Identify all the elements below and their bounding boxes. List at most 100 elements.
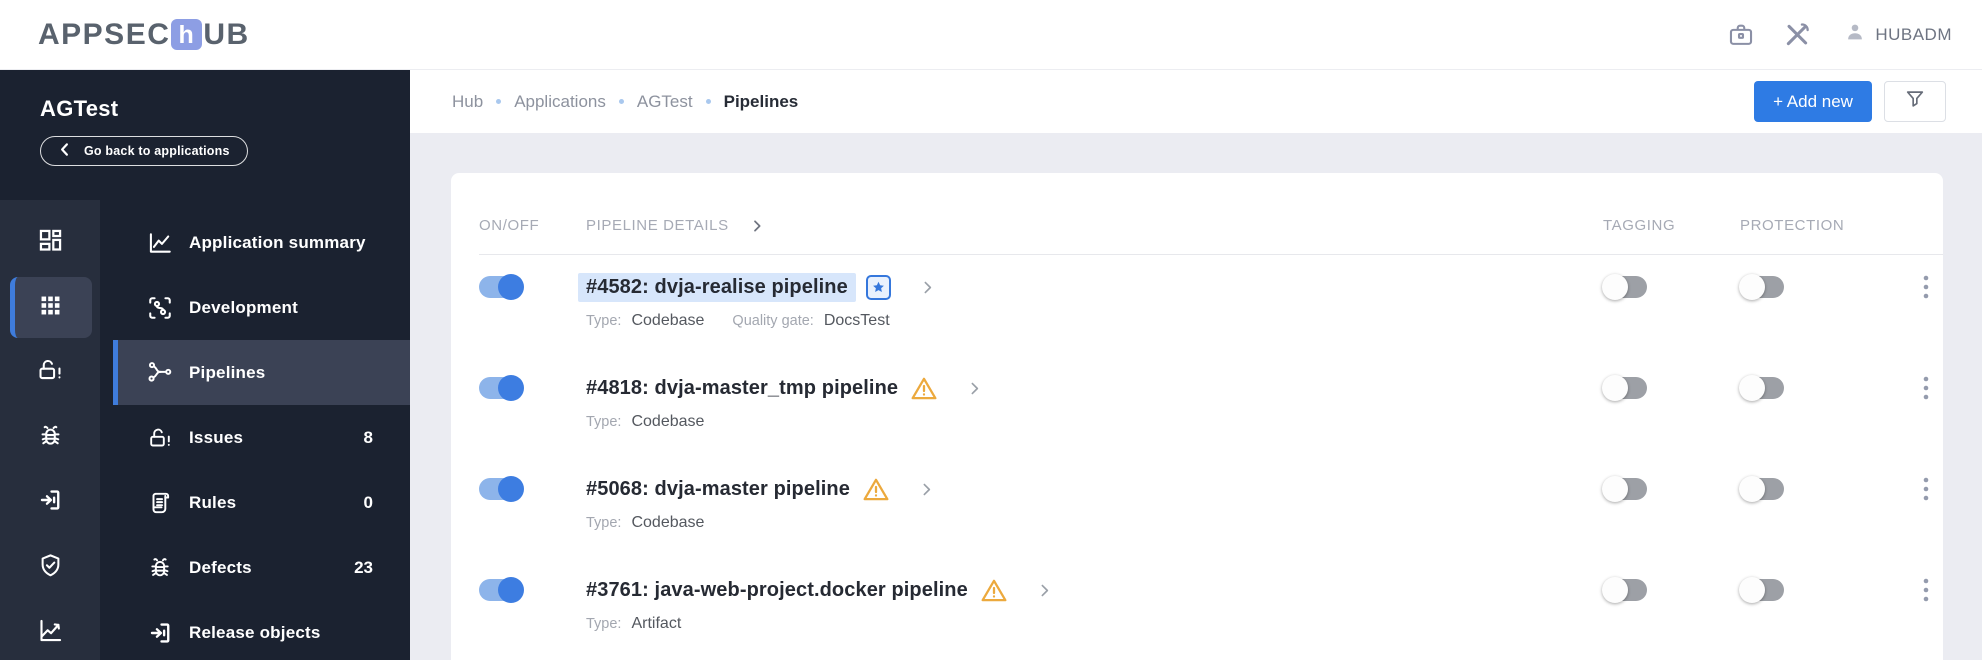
go-back-button[interactable]: Go back to applications <box>40 136 248 166</box>
chart-axis-icon <box>37 617 64 649</box>
chevron-right-icon[interactable] <box>919 279 936 296</box>
quality-gate-label: Quality gate: <box>732 313 814 329</box>
go-back-label: Go back to applications <box>84 144 230 158</box>
sidebar-item-defects[interactable]: Defects 23 <box>100 535 410 600</box>
tagging-toggle[interactable] <box>1602 274 1647 300</box>
chevron-right-icon[interactable] <box>918 481 935 498</box>
pipeline-title[interactable]: #4818: dvja-master_tmp pipeline <box>586 377 898 400</box>
pipeline-split-icon <box>147 360 173 386</box>
sidebar-header: AGTest Go back to applications <box>0 70 410 200</box>
sidebar-item-label: Release objects <box>189 622 321 642</box>
logo-text-pre: APPSEC <box>38 17 171 51</box>
scroll-icon <box>147 490 173 516</box>
column-header-tagging: TAGGING <box>1603 217 1676 234</box>
sidebar-item-label: Development <box>189 297 298 317</box>
branch-brackets-icon <box>147 295 173 321</box>
add-new-button[interactable]: + Add new <box>1754 81 1872 122</box>
type-label: Type: <box>586 313 622 329</box>
logo-h-icon: h <box>171 19 203 50</box>
kebab-menu-icon[interactable] <box>1918 375 1934 457</box>
protection-toggle[interactable] <box>1739 577 1784 603</box>
breadcrumb: Hub Applications AGTest Pipelines <box>452 92 798 112</box>
breadcrumb-agtest[interactable]: AGTest <box>637 92 693 112</box>
rail-item-security[interactable] <box>0 535 100 600</box>
tagging-toggle[interactable] <box>1602 375 1647 401</box>
shield-check-icon <box>37 552 64 584</box>
sidebar-menu: Application summary Development Pipeline… <box>100 200 410 660</box>
pipeline-row: #5068: dvja-master pipeline Type: Codeba… <box>479 457 1943 558</box>
table-header-row: ON/OFF PIPELINE DETAILS TAGGING PROTECTI… <box>479 173 1943 255</box>
user-menu[interactable]: HUBADM <box>1844 21 1952 48</box>
pipeline-onoff-toggle[interactable] <box>479 274 524 300</box>
sidebar-item-pipelines[interactable]: Pipelines <box>113 340 410 405</box>
chart-line-icon <box>147 230 173 256</box>
column-header-onoff: ON/OFF <box>479 217 540 234</box>
rules-count-badge: 0 <box>363 492 373 512</box>
sidebar-item-development[interactable]: Development <box>100 275 410 340</box>
chevron-right-icon[interactable] <box>1036 582 1053 599</box>
top-header-bar: APPSEC h UB HUBADM <box>0 0 1982 70</box>
pipeline-title[interactable]: #3761: java-web-project.docker pipeline <box>586 579 968 602</box>
briefcase-icon[interactable] <box>1726 20 1756 50</box>
type-label: Type: <box>586 414 622 430</box>
tagging-toggle[interactable] <box>1602 577 1647 603</box>
sidebar-item-release-objects[interactable]: Release objects <box>100 600 410 660</box>
protection-toggle[interactable] <box>1739 274 1784 300</box>
sidebar-item-rules[interactable]: Rules 0 <box>100 470 410 535</box>
unlock-alert-icon <box>147 425 173 451</box>
pipeline-title[interactable]: #4582: dvja-realise pipeline <box>578 272 856 302</box>
rail-item-dashboard[interactable] <box>0 210 100 275</box>
rail-item-modules[interactable] <box>0 275 100 340</box>
logo-text-post: UB <box>203 17 250 51</box>
protection-toggle[interactable] <box>1739 375 1784 401</box>
rail-item-issues[interactable] <box>0 340 100 405</box>
type-label: Type: <box>586 515 622 531</box>
kebab-menu-icon[interactable] <box>1918 476 1934 558</box>
pipeline-onoff-toggle[interactable] <box>479 375 524 401</box>
protection-toggle[interactable] <box>1739 476 1784 502</box>
user-icon <box>1844 21 1866 48</box>
kebab-menu-icon[interactable] <box>1918 577 1934 659</box>
breadcrumb-applications[interactable]: Applications <box>514 92 606 112</box>
exit-icon <box>147 620 173 646</box>
bug-icon <box>37 422 64 454</box>
application-name: AGTest <box>40 96 119 121</box>
pipeline-onoff-toggle[interactable] <box>479 577 524 603</box>
main-content: Hub Applications AGTest Pipelines + Add … <box>410 70 1982 660</box>
pipeline-title-line[interactable]: #4582: dvja-realise pipeline <box>578 272 1603 302</box>
pipeline-title-line[interactable]: #3761: java-web-project.docker pipeline <box>586 575 1603 605</box>
quality-gate-value: DocsTest <box>823 312 890 329</box>
appsechub-logo[interactable]: APPSEC h UB <box>38 18 250 52</box>
tagging-toggle[interactable] <box>1602 476 1647 502</box>
appsec-hub-app: APPSEC h UB HUBADM AGTest Go back to app… <box>0 0 1982 660</box>
chevron-right-icon[interactable] <box>749 218 765 234</box>
sidebar-item-label: Application summary <box>189 232 366 252</box>
pipeline-onoff-toggle[interactable] <box>479 476 524 502</box>
pipeline-title-line[interactable]: #4818: dvja-master_tmp pipeline <box>586 373 1603 403</box>
dashboard-icon <box>37 227 64 259</box>
rail-item-defects[interactable] <box>0 405 100 470</box>
tools-icon[interactable] <box>1782 20 1812 50</box>
pipeline-title[interactable]: #5068: dvja-master pipeline <box>586 478 850 501</box>
breadcrumb-hub[interactable]: Hub <box>452 92 483 112</box>
icon-rail <box>0 200 100 660</box>
filter-button[interactable] <box>1884 81 1946 122</box>
sidebar-item-label: Pipelines <box>189 362 266 382</box>
pipeline-title-line[interactable]: #5068: dvja-master pipeline <box>586 474 1603 504</box>
chevron-left-icon <box>58 142 71 160</box>
breadcrumb-bar: Hub Applications AGTest Pipelines + Add … <box>410 70 1982 133</box>
exit-icon <box>37 487 63 518</box>
breadcrumb-separator-dot <box>705 99 711 104</box>
pipeline-row: #4582: dvja-realise pipeline Type: Codeb… <box>479 255 1943 356</box>
issues-count-badge: 8 <box>363 427 373 447</box>
rail-item-statistics[interactable] <box>0 600 100 660</box>
star-badge-icon[interactable] <box>865 274 891 300</box>
kebab-menu-icon[interactable] <box>1918 274 1934 356</box>
sidebar-item-application-summary[interactable]: Application summary <box>100 210 410 275</box>
page-content: ON/OFF PIPELINE DETAILS TAGGING PROTECTI… <box>410 133 1982 660</box>
column-header-pipeline-details: PIPELINE DETAILS <box>586 217 729 234</box>
sidebar-item-issues[interactable]: Issues 8 <box>100 405 410 470</box>
rail-item-release-objects[interactable] <box>0 470 100 535</box>
chevron-right-icon[interactable] <box>966 380 983 397</box>
pipelines-card: ON/OFF PIPELINE DETAILS TAGGING PROTECTI… <box>451 173 1943 660</box>
